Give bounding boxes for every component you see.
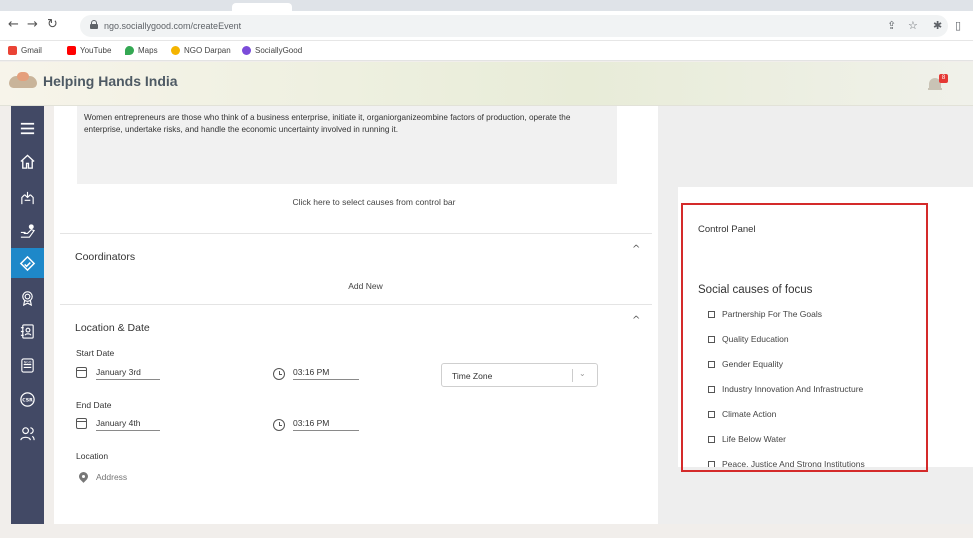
add-new-coordinator-button[interactable]: Add New (54, 281, 677, 291)
address-input[interactable] (96, 472, 296, 482)
event-description: Women entrepreneurs are those who think … (84, 113, 571, 134)
reload-icon[interactable]: ↻ (47, 17, 58, 32)
back-icon[interactable]: ← (8, 17, 19, 32)
hands-icon[interactable] (11, 182, 44, 212)
home-icon[interactable] (11, 146, 44, 176)
share-icon[interactable]: ⇪ (887, 19, 896, 32)
bookmark-sociallygood[interactable]: SociallyGood (242, 46, 302, 55)
end-time-field[interactable]: 03:16 PM (293, 418, 359, 431)
timezone-select[interactable]: Time Zone ⌄ (441, 363, 598, 387)
maps-icon (125, 46, 134, 55)
app-title: Helping Hands India (43, 73, 178, 89)
award-icon[interactable] (11, 282, 44, 312)
browser-tab-strip (0, 0, 973, 11)
create-event-form: Women entrepreneurs are those who think … (54, 106, 658, 524)
url-text[interactable]: ngo.sociallygood.com/createEvent (104, 21, 241, 31)
ngo-icon[interactable]: NGO (11, 350, 44, 380)
sidebar: NGO CSR (11, 106, 44, 524)
menu-icon[interactable] (11, 113, 44, 143)
contacts-icon[interactable] (11, 316, 44, 346)
chevron-down-icon: ⌄ (579, 369, 586, 378)
description-box[interactable]: Women entrepreneurs are those who think … (77, 106, 617, 184)
bookmark-label: YouTube (80, 46, 112, 55)
app-header: Helping Hands India 8 (0, 62, 973, 106)
chevron-up-icon[interactable]: ^ (632, 244, 640, 255)
csr-icon[interactable]: CSR (11, 384, 44, 414)
clock-icon[interactable] (273, 368, 285, 380)
extensions-icon[interactable]: ✱ (933, 19, 942, 32)
youtube-icon (67, 46, 76, 55)
bookmark-label: Gmail (21, 46, 42, 55)
select-separator (572, 369, 573, 382)
divider (60, 304, 652, 305)
browser-address-bar: ← → ↻ ngo.sociallygood.com/createEvent ⇪… (0, 11, 973, 41)
control-panel-highlight-box (681, 203, 928, 472)
start-date-label: Start Date (76, 348, 115, 358)
clock-icon[interactable] (273, 419, 285, 431)
divider (60, 233, 652, 234)
bookmark-youtube[interactable]: YouTube (67, 46, 111, 55)
calendar-icon[interactable] (76, 418, 87, 429)
timezone-placeholder: Time Zone (452, 371, 493, 381)
calendar-icon[interactable] (76, 367, 87, 378)
bookmark-label: NGO Darpan (184, 46, 231, 55)
bookmarks-bar: Gmail YouTube Maps NGO Darpan SociallyGo… (0, 41, 973, 61)
volunteers-icon[interactable] (11, 418, 44, 448)
bookmark-label: SociallyGood (255, 46, 303, 55)
bookmark-star-icon[interactable]: ☆ (908, 19, 918, 32)
notification-bell-icon[interactable]: 8 (928, 74, 948, 92)
forward-icon[interactable]: → (27, 17, 38, 32)
bookmark-label: Maps (138, 46, 158, 55)
end-date-field[interactable]: January 4th (96, 418, 160, 431)
bookmark-maps[interactable]: Maps (125, 46, 158, 55)
lock-icon (90, 20, 98, 29)
bookmark-ngo-darpan[interactable]: NGO Darpan (171, 46, 231, 55)
helping-hands-logo (9, 70, 37, 92)
ngo-darpan-icon (171, 46, 180, 55)
location-label: Location (76, 451, 109, 461)
start-time-field[interactable]: 03:16 PM (293, 367, 359, 380)
select-causes-hint[interactable]: Click here to select causes from control… (54, 197, 694, 207)
end-date-label: End Date (76, 400, 112, 410)
event-icon[interactable] (11, 248, 44, 278)
browser-active-tab[interactable] (232, 3, 292, 11)
fundraise-icon[interactable] (11, 216, 44, 246)
sociallygood-icon (242, 46, 251, 55)
location-pin-icon (79, 472, 88, 484)
coordinators-title: Coordinators (75, 251, 136, 263)
svg-text:CSR: CSR (22, 397, 33, 403)
notification-badge: 8 (939, 74, 948, 83)
chevron-up-icon[interactable]: ^ (632, 315, 640, 326)
svg-text:NGO: NGO (24, 360, 32, 364)
bookmark-gmail[interactable]: Gmail (8, 46, 42, 55)
sidepanel-icon[interactable]: ▯ (955, 19, 961, 32)
start-date-field[interactable]: January 3rd (96, 367, 160, 380)
gmail-icon (8, 46, 17, 55)
location-date-title: Location & Date (75, 322, 150, 334)
